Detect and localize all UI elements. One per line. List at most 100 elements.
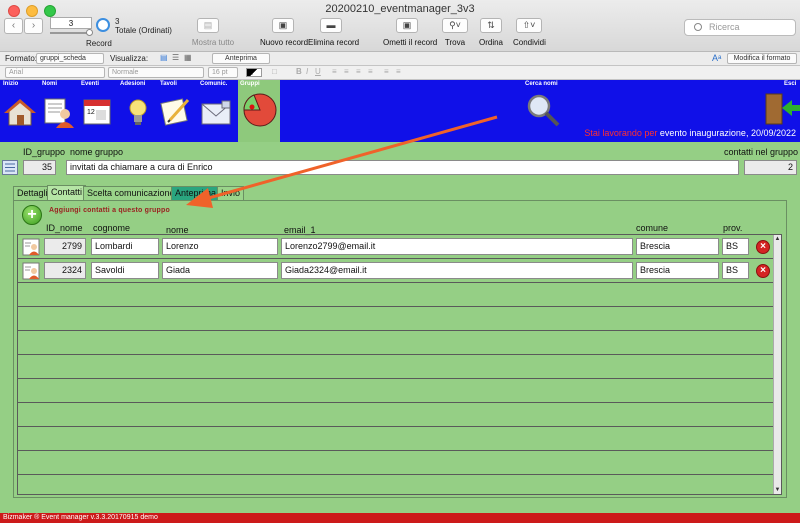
- align-justify-icon[interactable]: ≡: [368, 67, 373, 76]
- format-select[interactable]: gruppi_scheda: [36, 53, 104, 64]
- empty-row: [18, 427, 773, 451]
- calendar-icon[interactable]: 12: [82, 96, 112, 126]
- line-spacing-icon[interactable]: ≡: [384, 67, 389, 76]
- show-all-button[interactable]: ▤: [197, 18, 219, 33]
- group-name-field[interactable]: invitati da chiamare a cura di Enrico: [66, 160, 739, 175]
- italic-icon[interactable]: I: [306, 67, 308, 76]
- close-icon: ×: [760, 241, 766, 252]
- tab-invio[interactable]: Invio: [217, 186, 245, 200]
- share-button[interactable]: ⇧˅: [516, 18, 542, 33]
- nav-label-inizio[interactable]: Inizio: [3, 81, 18, 87]
- edit-format-button[interactable]: Modifica il formato: [727, 53, 797, 64]
- font-select[interactable]: Arial: [5, 67, 105, 78]
- magnifier-search-icon[interactable]: [525, 92, 561, 128]
- list-view-icon[interactable]: ☰: [172, 53, 179, 62]
- envelope-icon[interactable]: [200, 98, 234, 128]
- col-header-city: comune: [636, 223, 669, 233]
- form-view-icon[interactable]: ▤: [160, 53, 168, 62]
- align-center-icon[interactable]: ≡: [344, 67, 349, 76]
- tab-dettagli[interactable]: Dettagli: [13, 186, 52, 200]
- record-number-field[interactable]: 3: [50, 17, 92, 29]
- preview-button[interactable]: Anteprima: [212, 53, 270, 64]
- cell-province[interactable]: BS: [722, 262, 749, 279]
- add-contacts-label[interactable]: Aggiungi contatti a questo gruppo: [49, 207, 170, 214]
- contact-card-icon[interactable]: [22, 262, 40, 280]
- cell-id[interactable]: 2799: [44, 238, 86, 255]
- delete-record-button[interactable]: ▬: [320, 18, 342, 33]
- scroll-up-icon[interactable]: ▲: [774, 235, 781, 243]
- record-slider[interactable]: [50, 32, 90, 34]
- tab-scelta-comunicazione[interactable]: Scelta comunicazione: [83, 186, 179, 200]
- nav-label-eventi[interactable]: Eventi: [81, 81, 99, 87]
- cell-province[interactable]: BS: [722, 238, 749, 255]
- nav-label-comunic[interactable]: Comunic.: [200, 81, 227, 87]
- cell-surname[interactable]: Savoldi: [91, 262, 159, 279]
- delete-record-label: Elimina record: [308, 38, 360, 47]
- prev-record-button[interactable]: ‹: [4, 18, 23, 34]
- text-format-icon[interactable]: Aᵃ: [712, 53, 721, 63]
- tab-anteprima[interactable]: Anteprima: [171, 186, 221, 200]
- table-view-icon[interactable]: ▦: [184, 53, 192, 62]
- style-select[interactable]: Normale: [108, 67, 204, 78]
- empty-row: [18, 379, 773, 403]
- contacts-count-label: contatti nel gruppo: [724, 147, 799, 157]
- nav-label-gruppi[interactable]: Gruppi: [240, 81, 260, 87]
- search-input[interactable]: Ricerca: [684, 19, 796, 36]
- highlight-icon[interactable]: □: [272, 67, 277, 76]
- new-record-button[interactable]: ▣: [272, 18, 294, 33]
- line-spacing-2-icon[interactable]: ≡: [396, 67, 401, 76]
- contact-card-icon[interactable]: [22, 238, 40, 256]
- home-icon[interactable]: [4, 96, 36, 128]
- sort-icon: ⇅: [487, 20, 495, 30]
- scroll-down-icon[interactable]: ▼: [774, 486, 781, 494]
- nav-label-tavoli[interactable]: Tavoli: [160, 81, 177, 87]
- share-label: Condividi: [513, 38, 546, 47]
- id-group-field[interactable]: 35: [23, 160, 56, 175]
- portal-scrollbar[interactable]: ▲ ▼: [773, 235, 781, 494]
- nav-label-nomi[interactable]: Nomi: [42, 81, 57, 87]
- nav-label-adesioni[interactable]: Adesioni: [120, 81, 145, 87]
- text-color-swatch[interactable]: [246, 68, 262, 77]
- format-bar: Arial Normale 16 pt □ B I U ≡ ≡ ≡ ≡ ≡ ≡: [0, 66, 800, 80]
- cell-surname[interactable]: Lombardi: [91, 238, 159, 255]
- find-button[interactable]: ⚲˅: [442, 18, 468, 33]
- total-count: 3: [115, 17, 120, 26]
- next-record-button[interactable]: ›: [24, 18, 43, 34]
- notepad-icon[interactable]: [160, 96, 192, 128]
- empty-row: [18, 403, 773, 427]
- exit-door-icon[interactable]: [764, 90, 800, 126]
- remove-contact-button[interactable]: ×: [756, 240, 770, 254]
- record-slider-handle[interactable]: [86, 29, 93, 36]
- omit-record-label: Ometti il record: [383, 38, 438, 47]
- size-select[interactable]: 16 pt: [208, 67, 238, 78]
- cell-id[interactable]: 2324: [44, 262, 86, 279]
- add-contacts-button[interactable]: +: [22, 205, 42, 225]
- nav-label-cerca-nomi[interactable]: Cerca nomi: [525, 81, 558, 87]
- remove-contact-button[interactable]: ×: [756, 264, 770, 278]
- cell-name[interactable]: Lorenzo: [162, 238, 278, 255]
- show-all-label: Mostra tutto: [191, 38, 235, 47]
- sort-button[interactable]: ⇅: [480, 18, 502, 33]
- group-pie-icon[interactable]: [242, 92, 278, 128]
- tab-contatti[interactable]: Contatti: [47, 185, 87, 200]
- find-label: Trova: [444, 38, 466, 47]
- contacts-icon[interactable]: [42, 96, 74, 128]
- lightbulb-icon[interactable]: [124, 96, 152, 128]
- align-right-icon[interactable]: ≡: [356, 67, 361, 76]
- list-card-icon[interactable]: [2, 160, 18, 175]
- group-name-label: nome gruppo: [70, 147, 124, 157]
- plus-icon: +: [27, 206, 37, 223]
- cell-email[interactable]: Giada2324@email.it: [281, 262, 633, 279]
- magnifier-icon: ⚲˅: [449, 20, 461, 30]
- bold-icon[interactable]: B: [296, 67, 302, 76]
- omit-record-button[interactable]: ▣: [396, 18, 418, 33]
- chevron-right-icon: ›: [31, 20, 36, 31]
- cell-city[interactable]: Brescia: [636, 238, 719, 255]
- underline-icon[interactable]: U: [315, 67, 321, 76]
- align-left-icon[interactable]: ≡: [332, 67, 337, 76]
- cell-city[interactable]: Brescia: [636, 262, 719, 279]
- cell-email[interactable]: Lorenzo2799@email.it: [281, 238, 633, 255]
- id-group-label: ID_gruppo: [23, 147, 66, 157]
- nav-label-esci[interactable]: Esci: [784, 81, 796, 87]
- cell-name[interactable]: Giada: [162, 262, 278, 279]
